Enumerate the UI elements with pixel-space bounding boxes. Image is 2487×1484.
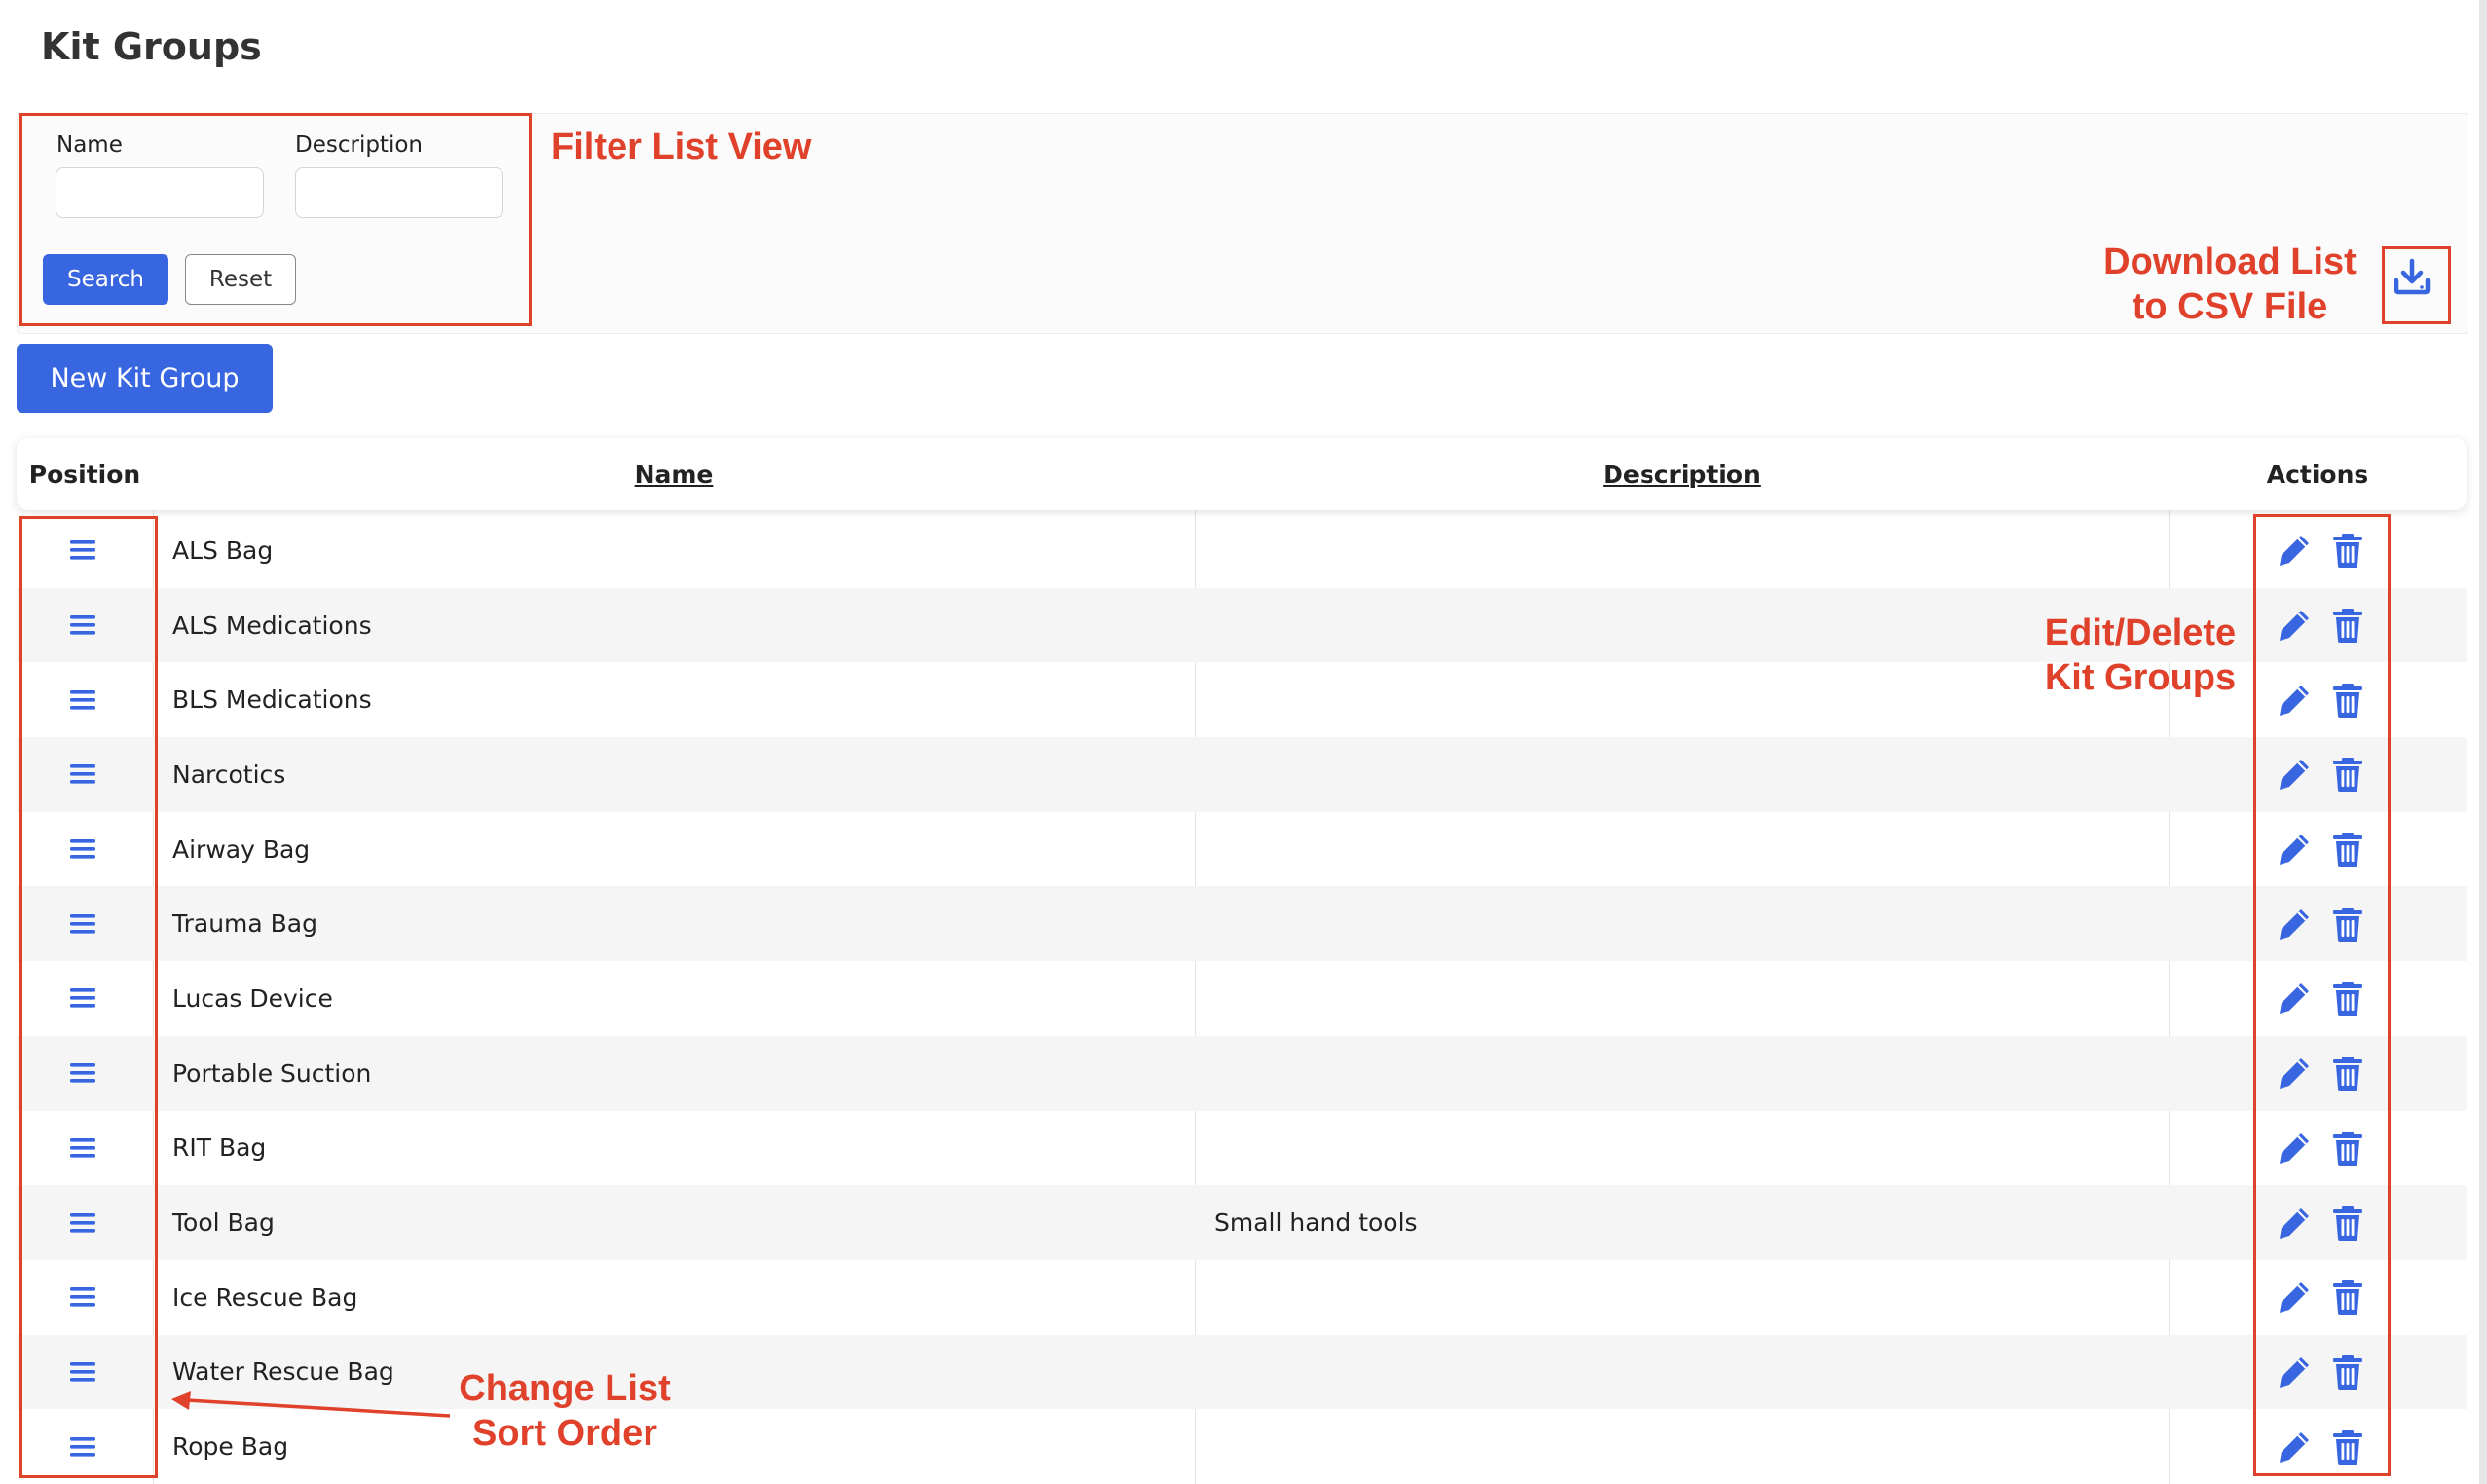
download-annotation-box bbox=[2382, 246, 2451, 324]
row-description: Small hand tools bbox=[1214, 1208, 1418, 1238]
filter-annotation-box bbox=[19, 113, 532, 326]
download-annotation-line1: Download List bbox=[2103, 241, 2357, 282]
row-name: Trauma Bag bbox=[172, 909, 317, 939]
row-name: Airway Bag bbox=[172, 835, 311, 864]
header-actions: Actions bbox=[2266, 460, 2369, 489]
table-row: RIT Bag bbox=[17, 1111, 2467, 1186]
table-row: ALS Bag bbox=[17, 513, 2467, 588]
row-name: Narcotics bbox=[172, 760, 286, 789]
row-name: Ice Rescue Bag bbox=[172, 1282, 358, 1312]
row-name: ALS Medications bbox=[172, 611, 372, 640]
row-name: BLS Medications bbox=[172, 686, 372, 715]
kit-groups-table: ALS Bag ALS Medications BLS Medications Nar… bbox=[17, 438, 2467, 1484]
sort-annotation-line2: Sort Order bbox=[471, 1413, 658, 1454]
table-row: Narcotics bbox=[17, 737, 2467, 812]
actions-annotation-label: Edit/Delete Kit Groups bbox=[2025, 611, 2255, 700]
actions-annotation-line1: Edit/Delete bbox=[2044, 612, 2237, 653]
filter-annotation-label: Filter List View bbox=[551, 127, 812, 167]
table-row: Ice Rescue Bag bbox=[17, 1260, 2467, 1335]
actions-annotation-box bbox=[2253, 514, 2391, 1476]
download-annotation-line2: to CSV File bbox=[2132, 286, 2328, 327]
row-name: RIT Bag bbox=[172, 1133, 267, 1163]
row-name: Lucas Device bbox=[172, 983, 333, 1013]
row-name: ALS Bag bbox=[172, 536, 274, 565]
download-annotation-label: Download List to CSV File bbox=[2084, 240, 2376, 329]
header-name-sort[interactable]: Name bbox=[153, 438, 1195, 510]
table-row: Lucas Device bbox=[17, 961, 2467, 1036]
table-row: Trauma Bag bbox=[17, 886, 2467, 962]
header-description-sort[interactable]: Description bbox=[1195, 438, 2169, 510]
sort-annotation-label: Change List Sort Order bbox=[438, 1366, 691, 1456]
page-title: Kit Groups bbox=[41, 25, 262, 68]
row-name: Portable Suction bbox=[172, 1058, 372, 1088]
new-kit-group-button[interactable]: New Kit Group bbox=[17, 344, 273, 413]
sort-annotation-line1: Change List bbox=[459, 1368, 671, 1409]
table-row: Portable Suction bbox=[17, 1035, 2467, 1111]
table-row: Tool Bag Small hand tools bbox=[17, 1185, 2467, 1260]
table-row: Airway Bag bbox=[17, 812, 2467, 887]
header-position: Position bbox=[28, 460, 141, 489]
position-annotation-box bbox=[19, 516, 158, 1478]
sort-annotation-arrow bbox=[171, 1391, 451, 1418]
page-scroll-edge bbox=[2479, 0, 2487, 1484]
table-header: Position Name Description Actions bbox=[17, 438, 2467, 510]
actions-annotation-line2: Kit Groups bbox=[2044, 657, 2237, 698]
row-name: Tool Bag bbox=[172, 1208, 275, 1238]
